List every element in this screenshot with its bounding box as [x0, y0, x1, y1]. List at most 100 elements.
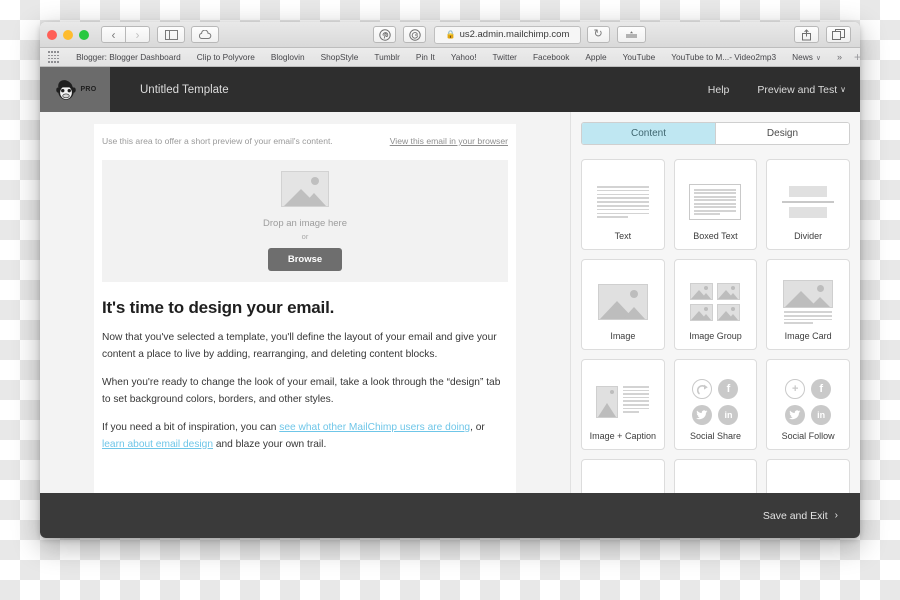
bookmark-bloglovin[interactable]: Bloglovin: [263, 52, 313, 62]
email-copy: It's time to design your email. Now that…: [94, 282, 516, 453]
help-button[interactable]: Help: [694, 67, 744, 112]
reader-view-button[interactable]: [616, 26, 646, 43]
tab-content[interactable]: Content: [582, 123, 715, 144]
chevron-left-icon: ‹: [111, 27, 116, 42]
icloud-button[interactable]: [191, 26, 219, 43]
back-button[interactable]: ‹: [101, 26, 126, 43]
email-canvas: Use this area to offer a short preview o…: [40, 112, 570, 538]
close-window-button[interactable]: [47, 29, 57, 40]
sidebar-tabs: Content Design: [581, 122, 850, 145]
minimize-window-button[interactable]: [63, 29, 73, 40]
block-image[interactable]: Image: [581, 259, 665, 350]
tab-design[interactable]: Design: [715, 123, 849, 144]
show-all-tabs-button[interactable]: [825, 26, 851, 43]
chevron-right-icon: ›: [834, 510, 838, 521]
block-divider[interactable]: Divider: [766, 159, 850, 250]
block-image-group[interactable]: Image Group: [673, 259, 758, 350]
email-paragraph-3: If you need a bit of inspiration, you ca…: [102, 420, 508, 453]
share-button[interactable]: [793, 26, 819, 43]
preheader-row: Use this area to offer a short preview o…: [94, 124, 516, 160]
bookmark-yahoo[interactable]: Yahoo!: [443, 52, 485, 62]
twitter-icon: [692, 405, 713, 425]
pinterest-extension-button[interactable]: [373, 26, 397, 43]
browser-toolbar: ‹ › 🔒 us2.admin.mailchimp.com ↻: [40, 22, 860, 48]
view-in-browser-link[interactable]: View this email in your browser: [390, 136, 508, 146]
bookmark-polyvore[interactable]: Clip to Polyvore: [189, 52, 263, 62]
bookmarks-overflow-button[interactable]: »: [829, 52, 849, 62]
block-image-caption[interactable]: Image + Caption: [581, 359, 665, 450]
template-title[interactable]: Untitled Template: [110, 67, 229, 112]
linkedin-icon: in: [718, 405, 739, 425]
plus-icon: +: [785, 379, 806, 399]
bookmark-apple[interactable]: Apple: [577, 52, 614, 62]
image-card-icon: [773, 273, 843, 331]
block-label: Boxed Text: [693, 231, 738, 241]
bookmark-facebook[interactable]: Facebook: [525, 52, 577, 62]
save-and-exit-button[interactable]: Save and Exit: [763, 510, 828, 522]
email-design-link[interactable]: learn about email design: [102, 439, 213, 450]
reload-icon: ↻: [593, 28, 603, 40]
browser-window: ‹ › 🔒 us2.admin.mailchimp.com ↻ Blogger:…: [40, 22, 860, 538]
content-blocks-grid: Text Boxed Text Divider Image Image Grou…: [581, 159, 850, 538]
email-heading: It's time to design your email.: [102, 298, 335, 317]
social-follow-icon: + f in: [773, 373, 843, 431]
block-social-share[interactable]: f in Social Share: [673, 359, 758, 450]
block-label: Image: [610, 331, 636, 341]
reload-button[interactable]: ↻: [586, 26, 610, 43]
new-tab-button[interactable]: +: [849, 50, 860, 64]
block-label: Text: [614, 231, 632, 241]
app-body: Use this area to offer a short preview o…: [40, 112, 860, 538]
bookmark-youtube[interactable]: YouTube: [615, 52, 664, 62]
block-label: Social Follow: [781, 431, 835, 441]
tabs-icon: [831, 29, 845, 40]
pinterest-icon: [379, 28, 391, 41]
block-boxed-text[interactable]: Boxed Text: [673, 159, 758, 250]
image-icon: [588, 273, 658, 331]
bookmark-shopstyle[interactable]: ShopStyle: [313, 52, 367, 62]
pro-badge: PRO: [80, 86, 97, 93]
chevron-down-icon: ∨: [840, 85, 846, 94]
address-bar[interactable]: 🔒 us2.admin.mailchimp.com: [434, 25, 581, 44]
bookmark-news-folder[interactable]: News ∨: [784, 52, 829, 62]
email-paragraph-1: Now that you've selected a template, you…: [102, 332, 497, 360]
show-sidebar-button[interactable]: [157, 26, 185, 43]
block-label: Social Share: [689, 431, 741, 441]
browse-button[interactable]: Browse: [267, 248, 343, 271]
extension-icon: [409, 28, 421, 41]
freddie-chimp-icon: [56, 79, 77, 100]
divider-icon: [773, 173, 843, 231]
email-sheet: Use this area to offer a short preview o…: [94, 124, 516, 538]
mailchimp-logo[interactable]: PRO: [40, 67, 110, 112]
preview-and-test-label: Preview and Test: [757, 83, 838, 96]
paragraph-3-post: and blaze your own trail.: [213, 438, 327, 450]
preview-and-test-button[interactable]: Preview and Test ∨: [743, 67, 860, 112]
inspiration-link[interactable]: see what other MailChimp users are doing: [279, 422, 470, 433]
bookmark-pinit[interactable]: Pin It: [408, 52, 443, 62]
bookmark-tumblr[interactable]: Tumblr: [366, 52, 408, 62]
block-label: Image Group: [689, 331, 742, 341]
bookmark-video2mp3[interactable]: YouTube to M...- Video2mp3: [663, 52, 784, 62]
apps-grid-icon[interactable]: [48, 51, 60, 63]
footer-bar: Save and Exit ›: [40, 493, 860, 538]
image-dropzone[interactable]: Drop an image here or Browse: [102, 160, 508, 282]
email-paragraph-2: When you're ready to change the look of …: [102, 377, 501, 405]
maximize-window-button[interactable]: [79, 29, 89, 40]
block-text[interactable]: Text: [581, 159, 665, 250]
forward-button[interactable]: ›: [125, 26, 150, 43]
chevron-down-icon: ∨: [815, 55, 821, 62]
bookmark-blogger[interactable]: Blogger: Blogger Dashboard: [68, 52, 189, 62]
block-social-follow[interactable]: + f in Social Follow: [766, 359, 850, 450]
bookmark-twitter[interactable]: Twitter: [485, 52, 525, 62]
paragraph-3-mid: , or: [470, 422, 485, 434]
preheader-text[interactable]: Use this area to offer a short preview o…: [102, 136, 390, 146]
text-lines-icon: [588, 173, 658, 231]
mailchimp-app: PRO Untitled Template Help Preview and T…: [40, 67, 860, 538]
twitter-icon: [785, 405, 806, 425]
image-caption-icon: [588, 373, 658, 431]
extension-button[interactable]: [403, 26, 427, 43]
address-bar-container: 🔒 us2.admin.mailchimp.com: [434, 25, 581, 44]
sidebar-icon: [164, 29, 178, 40]
block-image-card[interactable]: Image Card: [766, 259, 850, 350]
block-label: Divider: [794, 231, 823, 241]
share-icon: [801, 28, 811, 40]
